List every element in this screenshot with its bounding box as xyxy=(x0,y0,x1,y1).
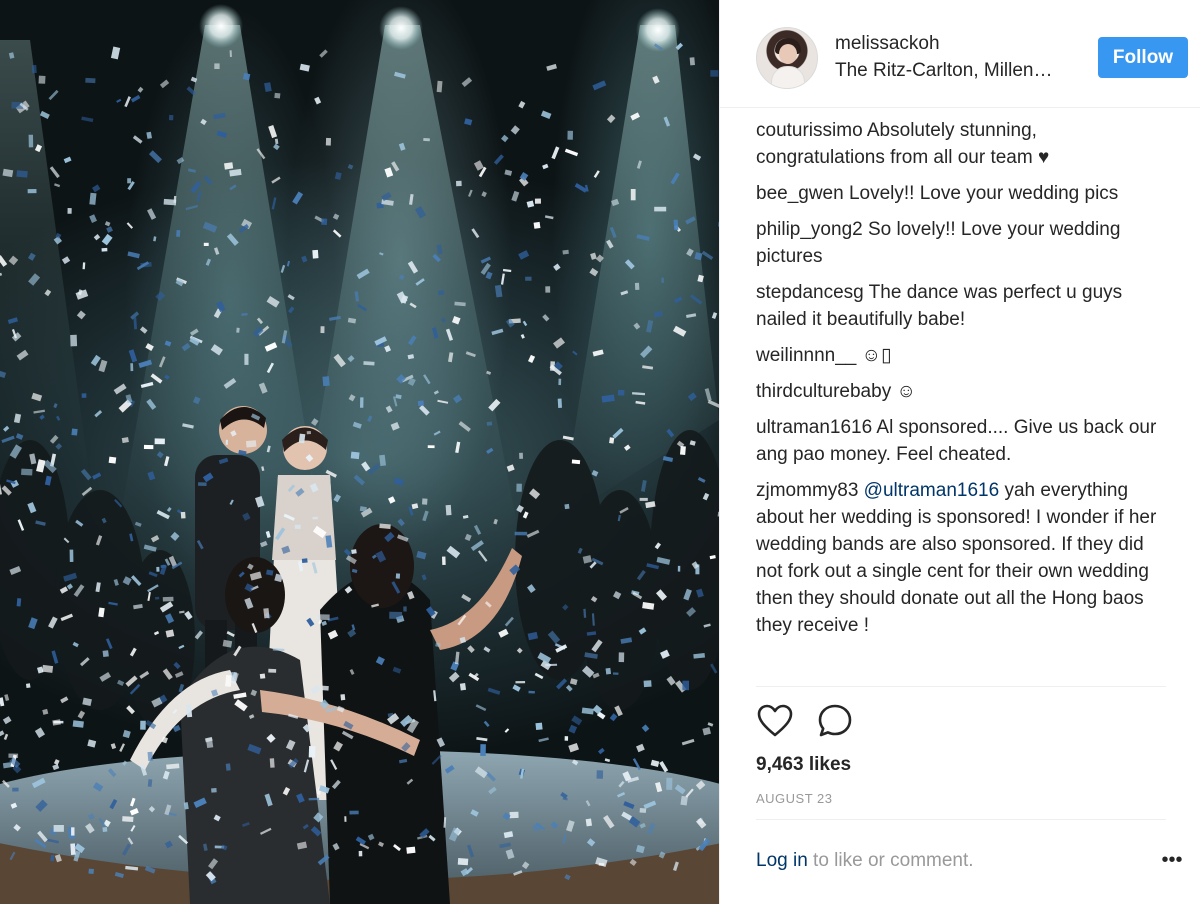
comment-username[interactable]: philip_yong2 xyxy=(756,219,863,240)
location-link[interactable]: The Ritz-Carlton, Millen… xyxy=(835,60,1053,82)
post-side-panel: melissackoh The Ritz-Carlton, Millen… Fo… xyxy=(719,0,1200,904)
comments-list[interactable]: couturissimo Absolutely stunning, congra… xyxy=(756,117,1166,685)
bottom-divider xyxy=(756,819,1166,820)
comment-text: ☺ xyxy=(891,381,916,402)
actions-divider xyxy=(756,686,1166,687)
post-photo[interactable] xyxy=(0,0,719,904)
comment-item: thirdculturebaby ☺ xyxy=(756,378,1166,405)
more-options-button[interactable]: ••• xyxy=(1158,850,1186,874)
login-prompt: Log in to like or comment. xyxy=(756,850,974,872)
avatar-body xyxy=(771,66,805,88)
comment-item: weilinnnn__ ☺▯ xyxy=(756,342,1166,369)
heart-outline-icon xyxy=(757,704,793,737)
comment-username[interactable]: zjmommy83 xyxy=(756,480,858,501)
comment-text: ☺▯ xyxy=(856,345,892,366)
username-link[interactable]: melissackoh xyxy=(835,33,940,55)
comment-item: couturissimo Absolutely stunning, congra… xyxy=(756,117,1166,171)
comment-button[interactable] xyxy=(816,702,854,740)
avatar-face xyxy=(779,44,797,64)
post-header: melissackoh The Ritz-Carlton, Millen… Fo… xyxy=(720,0,1200,108)
likes-count[interactable]: 9,463 likes xyxy=(756,754,851,776)
comment-username[interactable]: ultraman1616 xyxy=(756,417,872,438)
speech-bubble-icon xyxy=(818,704,852,737)
comment-item: stepdancesg The dance was perfect u guys… xyxy=(756,279,1166,333)
login-link[interactable]: Log in xyxy=(756,850,808,871)
post-date[interactable]: AUGUST 23 xyxy=(756,791,833,806)
comment-username[interactable]: thirdculturebaby xyxy=(756,381,891,402)
comment-username[interactable]: weilinnnn__ xyxy=(756,345,856,366)
comment-text: yah everything about her wedding is spon… xyxy=(756,480,1157,636)
comment-mention-link[interactable]: @ultraman1616 xyxy=(858,480,1000,501)
comment-item: zjmommy83 @ultraman1616 yah everything a… xyxy=(756,477,1166,639)
comment-item: bee_gwen Lovely!! Love your wedding pics xyxy=(756,180,1166,207)
comment-username[interactable]: couturissimo xyxy=(756,120,863,141)
ellipsis-icon: ••• xyxy=(1161,849,1183,871)
comment-item: ultraman1616 Al sponsored.... Give us ba… xyxy=(756,414,1166,468)
comment-item: philip_yong2 So lovely!! Love your weddi… xyxy=(756,216,1166,270)
comment-username[interactable]: bee_gwen xyxy=(756,183,844,204)
like-button[interactable] xyxy=(756,702,794,740)
comment-text: Lovely!! Love your wedding pics xyxy=(843,183,1119,204)
follow-button[interactable]: Follow xyxy=(1098,37,1188,78)
wedding-scene-illustration xyxy=(0,4,719,904)
login-suffix-text: to like or comment. xyxy=(807,850,974,871)
comment-username[interactable]: stepdancesg xyxy=(756,282,864,303)
avatar[interactable] xyxy=(756,27,818,89)
